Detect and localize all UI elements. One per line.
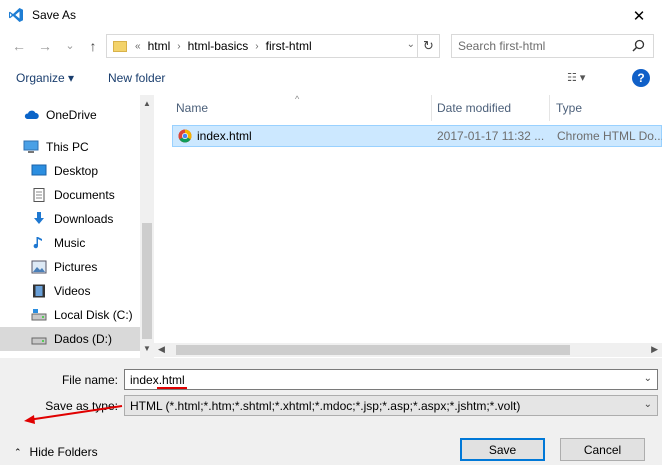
local-disk-icon xyxy=(31,309,47,321)
hide-folders-label: Hide Folders xyxy=(29,445,98,459)
save-form: File name: index.html ⌄ Save as type: HT… xyxy=(0,358,662,465)
breadcrumb-item-html-basics[interactable]: html-basics xyxy=(188,39,249,53)
sidebar-item-label: Pictures xyxy=(54,260,98,274)
view-options-button[interactable]: ☷ ▾ xyxy=(567,71,607,85)
chevron-right-icon[interactable]: › xyxy=(255,41,258,52)
file-date-modified: 2017-01-17 11:32 ... xyxy=(437,129,545,143)
sidebar-item-label: Dados (D:) xyxy=(54,332,113,346)
documents-icon xyxy=(33,188,45,202)
scroll-down-icon[interactable]: ▼ xyxy=(143,344,151,353)
recent-locations-button[interactable]: ⌄ xyxy=(61,38,79,54)
breadcrumb-item-first-html[interactable]: first-html xyxy=(266,39,312,53)
sidebar-item-label: Videos xyxy=(54,284,91,298)
scroll-up-icon[interactable]: ▲ xyxy=(143,99,151,108)
sidebar-item-label: OneDrive xyxy=(46,108,97,122)
file-name-field[interactable]: index.html ⌄ xyxy=(124,369,658,390)
hide-folders-button[interactable]: ⌃ Hide Folders xyxy=(14,445,98,459)
chrome-icon xyxy=(178,129,192,143)
annotation-underline xyxy=(157,387,187,389)
chevron-down-icon[interactable]: ⌄ xyxy=(407,39,415,50)
computer-icon xyxy=(23,140,39,153)
sidebar-item-videos[interactable]: Videos xyxy=(0,279,140,303)
sidebar-scrollbar[interactable]: ▲ ▼ xyxy=(140,95,154,358)
scrollbar-thumb[interactable] xyxy=(176,345,570,355)
sidebar-item-label: This PC xyxy=(46,140,89,154)
help-button[interactable]: ? xyxy=(632,69,650,87)
sidebar-item-this-pc[interactable]: This PC xyxy=(0,135,140,159)
scrollbar-thumb[interactable] xyxy=(142,223,152,339)
sidebar-item-label: Downloads xyxy=(54,212,114,226)
file-list: ^ Name Date modified Type index.html 201… xyxy=(160,94,662,358)
cancel-button[interactable]: Cancel xyxy=(560,438,645,461)
scroll-left-icon[interactable]: ◀ xyxy=(158,344,165,355)
sidebar-item-label: Local Disk (C:) xyxy=(54,308,133,322)
vscode-icon xyxy=(9,8,23,22)
refresh-button[interactable]: ↻ xyxy=(417,35,439,57)
file-name-value[interactable]: index.html xyxy=(130,373,185,387)
cloud-icon xyxy=(24,110,39,119)
up-button[interactable]: ↑ xyxy=(84,38,102,54)
sidebar-item-label: Documents xyxy=(54,188,115,202)
table-row[interactable]: index.html 2017-01-17 11:32 ... Chrome H… xyxy=(172,125,662,147)
downloads-icon xyxy=(34,212,44,224)
file-name: index.html xyxy=(197,129,252,143)
chevron-down-icon[interactable]: ⌄ xyxy=(644,373,652,384)
title-bar: Save As ✕ xyxy=(0,0,662,31)
column-header-label: Name xyxy=(176,101,209,115)
column-header-name[interactable]: Name xyxy=(160,95,432,121)
scroll-right-icon[interactable]: ▶ xyxy=(651,344,658,355)
chevron-right-icon[interactable]: › xyxy=(177,41,180,52)
breadcrumb-overflow[interactable]: « xyxy=(135,41,141,52)
sidebar-item-label: Music xyxy=(54,236,86,250)
save-as-type-select[interactable]: HTML (*.html;*.htm;*.shtml;*.xhtml;*.mdo… xyxy=(124,395,658,416)
videos-icon xyxy=(33,284,45,298)
forward-button[interactable]: → xyxy=(36,38,54,54)
organize-button[interactable]: Organize ▾ xyxy=(16,71,74,85)
horizontal-scrollbar[interactable]: ◀ ▶ xyxy=(154,343,662,357)
close-button[interactable]: ✕ xyxy=(616,0,662,31)
folder-icon xyxy=(113,40,127,52)
sidebar-item-onedrive[interactable]: OneDrive xyxy=(0,103,140,127)
pictures-icon xyxy=(31,260,47,274)
address-row: ← → ⌄ ↑ « html › html-basics › first-htm… xyxy=(0,31,662,61)
column-header-type[interactable]: Type xyxy=(550,95,662,121)
breadcrumb-item-html[interactable]: html xyxy=(148,39,171,53)
window-title: Save As xyxy=(32,8,77,22)
column-header-label: Date modified xyxy=(437,101,512,115)
new-folder-button[interactable]: New folder xyxy=(108,71,165,85)
music-icon xyxy=(33,237,42,249)
command-bar: Organize ▾ New folder ☷ ▾ ? xyxy=(0,63,662,93)
search-box[interactable] xyxy=(451,34,654,58)
sidebar-item-music[interactable]: Music xyxy=(0,231,140,255)
sidebar-item-local-disk-c[interactable]: Local Disk (C:) xyxy=(0,303,140,327)
sidebar-item-documents[interactable]: Documents xyxy=(0,183,140,207)
drive-icon xyxy=(31,337,47,345)
save-as-type-value: HTML (*.html;*.htm;*.shtml;*.xhtml;*.mdo… xyxy=(130,399,521,413)
column-header-date-modified[interactable]: Date modified xyxy=(432,95,550,121)
back-button[interactable]: ← xyxy=(10,38,28,54)
file-type: Chrome HTML Do... xyxy=(557,129,662,143)
navigation-pane: OneDrive This PC Desktop Documents Downl… xyxy=(0,95,154,358)
breadcrumb[interactable]: « html › html-basics › first-html ⌄ ↻ xyxy=(106,34,440,58)
sidebar-item-pictures[interactable]: Pictures xyxy=(0,255,140,279)
save-button[interactable]: Save xyxy=(460,438,545,461)
sidebar-item-label: Desktop xyxy=(54,164,99,178)
annotation-arrow xyxy=(24,405,123,424)
column-header-label: Type xyxy=(556,101,583,115)
desktop-icon xyxy=(31,164,47,176)
chevron-up-icon: ⌃ xyxy=(14,446,22,457)
sidebar-item-dados-d[interactable]: Dados (D:) xyxy=(0,327,140,351)
file-name-label: File name: xyxy=(61,373,118,387)
sidebar-item-downloads[interactable]: Downloads xyxy=(0,207,140,231)
search-input[interactable] xyxy=(452,35,622,57)
chevron-down-icon[interactable]: ⌄ xyxy=(644,399,652,410)
sidebar-item-desktop[interactable]: Desktop xyxy=(0,159,140,183)
search-icon[interactable] xyxy=(632,39,645,52)
